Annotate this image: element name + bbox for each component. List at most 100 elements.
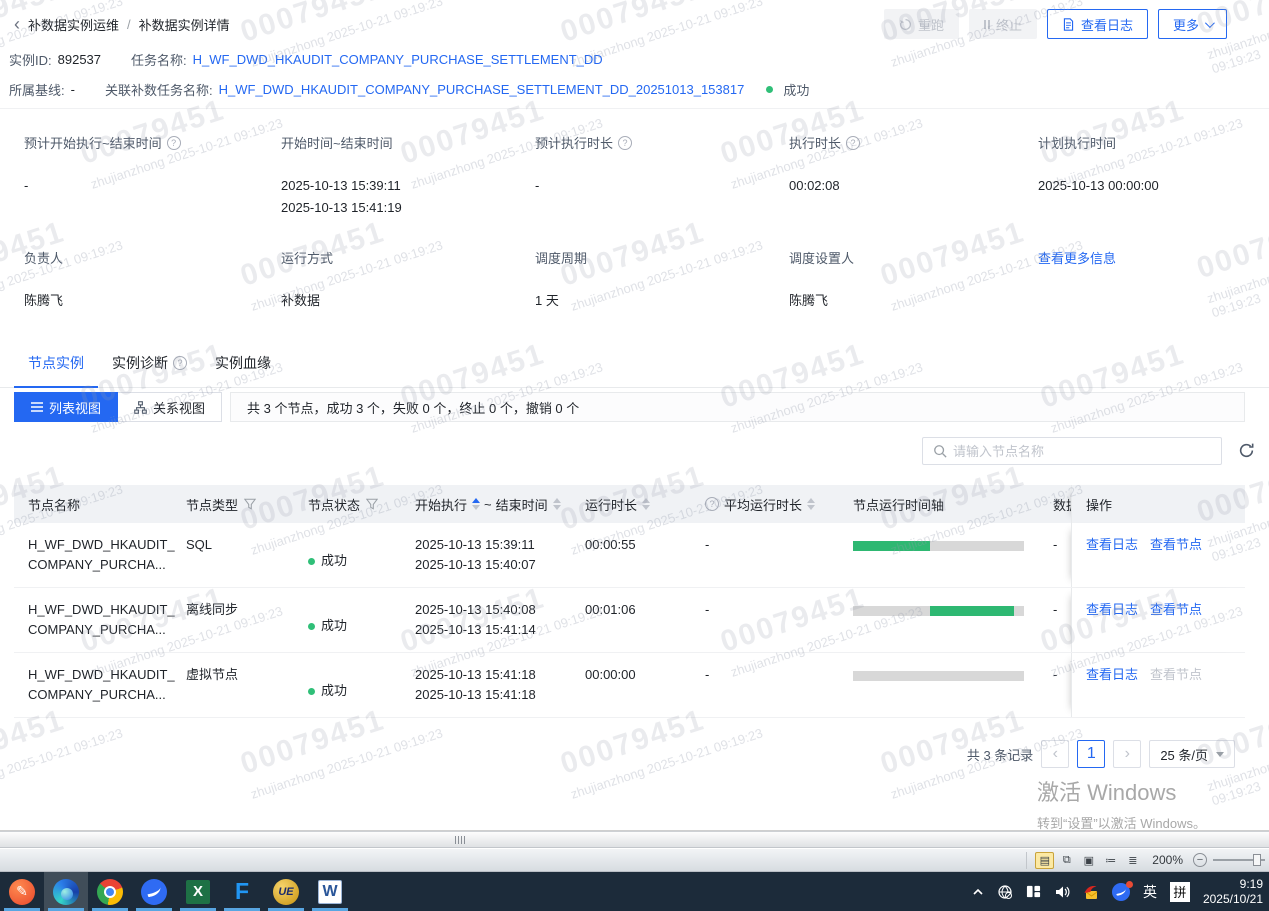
node-data-quality: - xyxy=(1039,653,1071,717)
related-task-link[interactable]: H_WF_DWD_HKAUDIT_COMPANY_PURCHASE_SETTLE… xyxy=(219,82,745,97)
view-log-button[interactable]: 查看日志 xyxy=(1047,9,1148,39)
edge-icon xyxy=(53,879,79,905)
scrollbar-grip-icon[interactable] xyxy=(455,836,465,844)
col-duration: 运行时长 xyxy=(571,495,691,514)
node-duration: 00:00:55 xyxy=(571,523,691,587)
web-content: 00079451zhujianzhong 2025-10-21 09:19:23… xyxy=(0,0,1269,831)
field-planned-time: 计划执行时间 2025-10-13 00:00:00 xyxy=(1038,133,1159,197)
success-status-text: 成功 xyxy=(783,80,809,99)
volume-icon[interactable] xyxy=(1054,884,1070,900)
terminate-button[interactable]: 终止 xyxy=(969,9,1037,39)
tab-instance-diagnosis[interactable]: 实例诊断? xyxy=(98,343,201,387)
tab-node-instance[interactable]: 节点实例 xyxy=(14,343,98,387)
help-icon[interactable]: ? xyxy=(167,136,181,150)
zoom-out-button[interactable]: − xyxy=(1193,853,1207,867)
tab-instance-lineage[interactable]: 实例血缘 xyxy=(201,343,285,387)
col-actions: 操作 xyxy=(1071,485,1245,523)
f-app-icon: F xyxy=(229,879,255,905)
filter-icon[interactable] xyxy=(366,498,378,510)
next-page-button[interactable]: › xyxy=(1113,740,1141,768)
breadcrumb-parent[interactable]: 补数据实例运维 xyxy=(28,15,119,34)
tray-expand-icon[interactable] xyxy=(972,886,984,898)
ime-pinyin-button[interactable]: 拼 xyxy=(1170,882,1190,902)
node-name: H_WF_DWD_HKAUDIT_COMPANY_PURCHA... xyxy=(14,588,172,652)
page-size-select[interactable]: 25 条/页 xyxy=(1149,740,1235,768)
prev-page-button[interactable]: ‹ xyxy=(1041,740,1069,768)
baseline-label: 所属基线: xyxy=(9,80,65,99)
relation-view-button[interactable]: 关系视图 xyxy=(118,392,222,422)
notification-badge xyxy=(1126,881,1133,888)
foxmail-icon[interactable] xyxy=(1083,884,1099,900)
field-expected-window: 预计开始执行~结束时间? - xyxy=(24,133,181,197)
col-start-end: 开始执行 ~结束时间 xyxy=(401,495,571,514)
zoom-level[interactable]: 200% xyxy=(1152,853,1183,867)
pause-icon xyxy=(984,20,990,29)
node-avg-duration: - xyxy=(691,588,839,652)
col-data-quality: 数据质量 xyxy=(1039,495,1071,514)
dingtalk-tray-icon[interactable] xyxy=(1112,883,1130,901)
view-log-link[interactable]: 查看日志 xyxy=(1086,535,1138,555)
node-avg-duration: - xyxy=(691,653,839,717)
taskbar-chrome[interactable] xyxy=(88,872,132,911)
node-duration: 00:01:06 xyxy=(571,588,691,652)
screen: 00079451zhujianzhong 2025-10-21 09:19:23… xyxy=(0,0,1269,911)
node-search-input[interactable] xyxy=(953,444,1221,459)
node-type: 虚拟节点 xyxy=(172,653,294,717)
view-node-link[interactable]: 查看节点 xyxy=(1150,665,1202,685)
help-icon[interactable]: ? xyxy=(173,356,187,370)
network-icon[interactable] xyxy=(997,884,1013,900)
word-horizontal-scrollbar[interactable] xyxy=(0,831,1269,848)
view-log-link[interactable]: 查看日志 xyxy=(1086,665,1138,685)
back-icon[interactable]: ‹ xyxy=(14,18,20,31)
sort-duration-icon[interactable] xyxy=(642,498,650,510)
sort-end-icon[interactable] xyxy=(553,498,561,510)
node-status: 成功 xyxy=(294,523,401,587)
help-icon[interactable]: ? xyxy=(846,136,860,150)
web-layout-view-icon[interactable]: ▣ xyxy=(1079,852,1098,869)
sort-avg-icon[interactable] xyxy=(807,498,815,510)
view-log-link[interactable]: 查看日志 xyxy=(1086,600,1138,620)
taskbar-edge[interactable] xyxy=(44,872,88,911)
taskbar-f-app[interactable]: F xyxy=(220,872,264,911)
word-icon: W xyxy=(318,880,342,904)
taskbar-dingtalk[interactable] xyxy=(132,872,176,911)
draft-view-icon[interactable]: ≣ xyxy=(1123,852,1142,869)
refresh-icon[interactable] xyxy=(1238,442,1255,464)
sort-start-icon[interactable] xyxy=(472,498,480,510)
list-view-button[interactable]: 列表视图 xyxy=(14,392,118,422)
window-panes-icon[interactable] xyxy=(1026,884,1041,899)
print-layout-view-icon[interactable]: ▤ xyxy=(1035,852,1054,869)
field-schedule-setter: 调度设置人 陈腾飞 xyxy=(789,248,854,312)
related-task-label: 关联补数任务名称: xyxy=(105,80,213,99)
help-icon[interactable]: ? xyxy=(618,136,632,150)
more-button[interactable]: 更多 xyxy=(1158,9,1227,39)
windows-activate-watermark: 激活 Windows 转到“设置”以激活 Windows。 xyxy=(1037,775,1206,832)
help-icon[interactable]: ? xyxy=(705,497,719,511)
taskbar-apps: ✎ X F UE W xyxy=(0,872,352,911)
tab-bar: 节点实例 实例诊断? 实例血缘 xyxy=(0,343,1269,388)
outline-view-icon[interactable]: ≔ xyxy=(1101,852,1120,869)
taskbar-pen-app[interactable]: ✎ xyxy=(0,872,44,911)
taskbar-excel[interactable]: X xyxy=(176,872,220,911)
zoom-slider[interactable] xyxy=(1213,859,1265,861)
view-log-label: 查看日志 xyxy=(1081,15,1133,34)
filter-icon[interactable] xyxy=(244,498,256,510)
total-records: 共 3 条记录 xyxy=(967,745,1033,764)
view-node-link[interactable]: 查看节点 xyxy=(1150,600,1202,620)
search-icon xyxy=(933,444,947,458)
col-avg-duration: ?平均运行时长 xyxy=(691,495,839,514)
field-duration: 执行时长? 00:02:08 xyxy=(789,133,860,197)
instance-id-value: 892537 xyxy=(58,52,101,67)
page-number-button[interactable]: 1 xyxy=(1077,740,1105,768)
taskbar-ultraedit[interactable]: UE xyxy=(264,872,308,911)
rerun-button[interactable]: 重跑 xyxy=(884,9,959,39)
view-more-info-link[interactable]: 查看更多信息 xyxy=(1038,248,1116,267)
reading-view-icon[interactable]: ⧉ xyxy=(1057,852,1076,869)
view-node-link[interactable]: 查看节点 xyxy=(1150,535,1202,555)
field-expected-duration: 预计执行时长? - xyxy=(535,133,632,197)
zoom-slider-thumb[interactable] xyxy=(1253,854,1261,866)
task-name-link[interactable]: H_WF_DWD_HKAUDIT_COMPANY_PURCHASE_SETTLE… xyxy=(193,52,603,67)
taskbar-clock[interactable]: 9:19 2025/10/21 xyxy=(1203,877,1263,907)
ime-en-button[interactable]: 英 xyxy=(1143,882,1157,902)
taskbar-word[interactable]: W xyxy=(308,872,352,911)
